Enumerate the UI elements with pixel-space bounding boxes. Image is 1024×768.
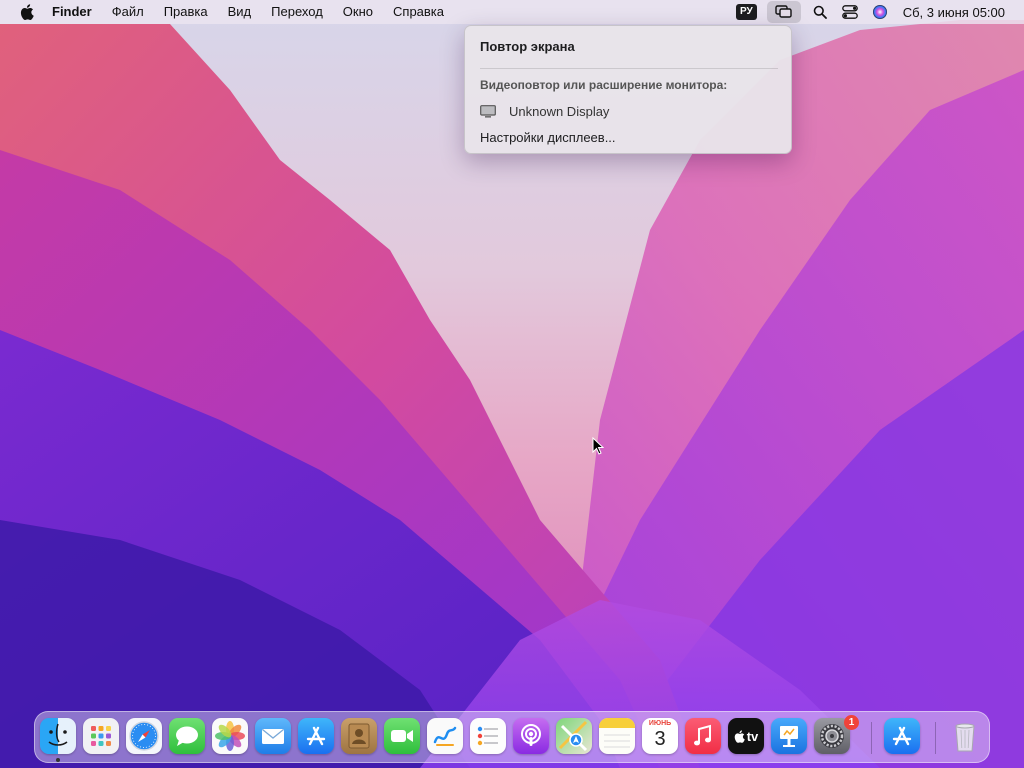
- finder-running-indicator: [56, 758, 60, 762]
- dock-apple-tv-icon[interactable]: tv: [728, 718, 764, 754]
- spotlight-search-icon[interactable]: [807, 1, 833, 23]
- menu-go[interactable]: Переход: [261, 0, 333, 24]
- display-name-label: Unknown Display: [509, 104, 610, 119]
- siri-icon[interactable]: [867, 1, 893, 23]
- menu-edit[interactable]: Правка: [154, 0, 218, 24]
- mirror-section-label: Видеоповтор или расширение монитора:: [480, 78, 728, 92]
- status-area: РУ Сб, 3 июня 05:00: [735, 0, 1024, 24]
- dock-app-store-icon[interactable]: [298, 718, 334, 754]
- menu-view[interactable]: Вид: [218, 0, 262, 24]
- dock-separator: [871, 722, 872, 754]
- menu-app-name[interactable]: Finder: [52, 0, 102, 24]
- dock-notes-icon[interactable]: [599, 718, 635, 754]
- screen-mirroring-icon[interactable]: [766, 1, 801, 23]
- apple-tv-label: tv: [746, 728, 759, 744]
- calendar-month-label: ИЮНЬ: [648, 720, 672, 727]
- menu-bar: Finder Файл Правка Вид Переход Окно Спра…: [0, 0, 1024, 24]
- calendar-day-label: 3: [654, 728, 666, 750]
- dock-trash-icon[interactable]: [947, 718, 983, 754]
- dock-separator-trash: [935, 722, 936, 754]
- dock-calendar-icon[interactable]: ИЮНЬ 3: [642, 718, 678, 754]
- display-icon: [480, 105, 496, 118]
- dock-photos-icon[interactable]: [212, 718, 248, 754]
- input-language-badge[interactable]: РУ: [735, 4, 757, 20]
- menu-clock[interactable]: Сб, 3 июня 05:00: [897, 5, 1024, 20]
- dock-messages-icon[interactable]: [169, 718, 205, 754]
- mirror-menu-title: Повтор экрана: [480, 39, 575, 54]
- dock-app-store-download-icon[interactable]: [884, 718, 920, 754]
- dock-contacts-icon[interactable]: [341, 718, 377, 754]
- dock-music-icon[interactable]: [685, 718, 721, 754]
- system-settings-notification-badge: 1: [844, 715, 859, 730]
- dock-launchpad-icon[interactable]: [83, 718, 119, 754]
- dock-mail-icon[interactable]: [255, 718, 291, 754]
- control-center-icon[interactable]: [837, 1, 863, 23]
- menu-file[interactable]: Файл: [102, 0, 154, 24]
- mouse-cursor-icon: [592, 437, 604, 455]
- dock: ИЮНЬ 3 tv 1: [34, 711, 990, 763]
- dock-keynote-icon[interactable]: [771, 718, 807, 754]
- dock-finder-icon[interactable]: [40, 718, 76, 754]
- screen-mirroring-menu: Повтор экрана Видеоповтор или расширение…: [464, 25, 792, 154]
- mirror-menu-divider: [480, 68, 778, 69]
- menu-window[interactable]: Окно: [333, 0, 383, 24]
- display-option-unknown[interactable]: Unknown Display: [480, 104, 609, 119]
- dock-maps-icon[interactable]: [556, 718, 592, 754]
- apple-menu-icon[interactable]: [20, 4, 34, 20]
- display-settings-item[interactable]: Настройки дисплеев...: [480, 130, 616, 145]
- dock-reminders-icon[interactable]: [470, 718, 506, 754]
- dock-podcasts-icon[interactable]: [513, 718, 549, 754]
- dock-freeform-icon[interactable]: [427, 718, 463, 754]
- menu-help[interactable]: Справка: [383, 0, 454, 24]
- dock-safari-icon[interactable]: [126, 718, 162, 754]
- dock-facetime-icon[interactable]: [384, 718, 420, 754]
